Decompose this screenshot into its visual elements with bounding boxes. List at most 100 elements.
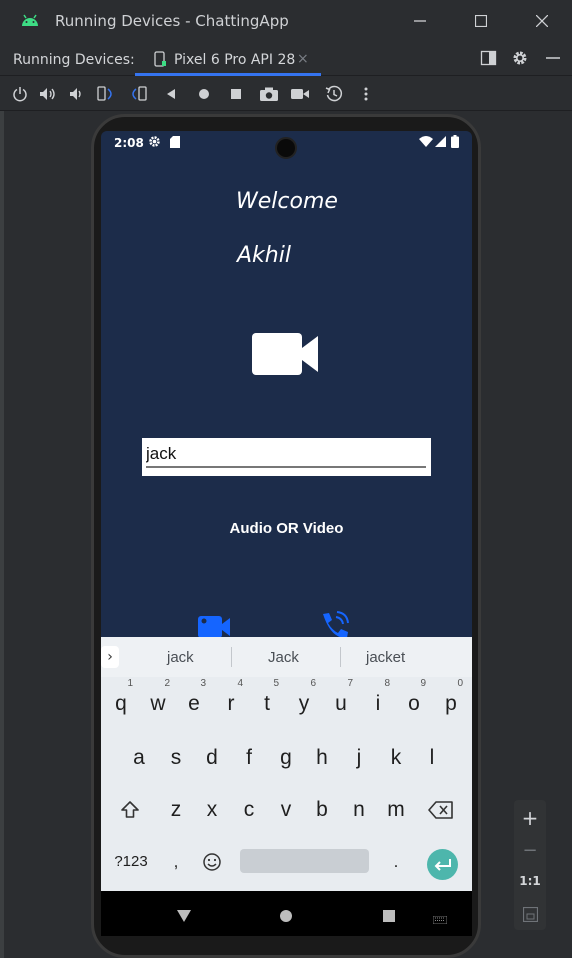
video-camera-icon[interactable] — [252, 331, 320, 381]
key-q[interactable]: q1 — [103, 679, 139, 725]
power-icon[interactable] — [10, 84, 30, 104]
home-icon[interactable] — [194, 84, 214, 104]
key-f[interactable]: f — [231, 737, 267, 779]
key-hint: 9 — [420, 678, 426, 689]
user-name: Akhil — [237, 243, 291, 268]
key-label: q — [115, 692, 127, 715]
close-button[interactable] — [529, 8, 555, 34]
suggestion-divider — [231, 647, 232, 667]
shift-key[interactable] — [112, 789, 148, 831]
overview-icon[interactable] — [226, 84, 246, 104]
cell-signal-icon — [435, 136, 446, 150]
phone-screen[interactable]: 2:08 Welcome Akhil Audio OR Video — [101, 131, 472, 936]
key-o[interactable]: o9 — [396, 679, 432, 725]
key-t[interactable]: t5 — [249, 679, 285, 725]
hide-panel-icon[interactable] — [545, 49, 561, 71]
key-m[interactable]: m — [378, 789, 414, 831]
period-key[interactable]: . — [378, 841, 414, 883]
keyboard-switch-icon[interactable] — [432, 909, 448, 928]
nav-recents-icon[interactable] — [383, 907, 395, 926]
key-label: o — [408, 692, 420, 715]
key-v[interactable]: v — [268, 789, 304, 831]
key-label: p — [445, 692, 457, 715]
suggestion-1[interactable]: jack — [167, 649, 194, 666]
key-hint: 4 — [237, 678, 243, 689]
key-n[interactable]: n — [341, 789, 377, 831]
audio-or-video-label: Audio OR Video — [229, 520, 344, 537]
welcome-heading: Welcome — [236, 189, 338, 214]
phone-device-icon — [153, 51, 167, 71]
suggestion-2[interactable]: Jack — [268, 649, 299, 666]
key-d[interactable]: d — [194, 737, 230, 779]
screenshot-camera-icon[interactable] — [259, 84, 279, 104]
zoom-actual-size-button[interactable]: 1:1 — [514, 874, 546, 888]
volume-up-icon[interactable] — [38, 84, 58, 104]
nav-home-icon[interactable] — [280, 907, 292, 926]
screen-record-icon[interactable] — [290, 84, 310, 104]
expand-arrow-icon[interactable]: › — [101, 646, 119, 668]
key-hint: 5 — [273, 678, 279, 689]
key-hint: 2 — [164, 678, 170, 689]
zoom-out-button[interactable]: − — [514, 840, 546, 861]
emoji-icon — [203, 853, 221, 871]
key-y[interactable]: y6 — [286, 679, 322, 725]
key-k[interactable]: k — [378, 737, 414, 779]
wifi-icon — [419, 136, 433, 150]
key-hint: 8 — [384, 678, 390, 689]
more-options-icon[interactable] — [356, 84, 376, 104]
nav-back-icon[interactable] — [177, 907, 191, 926]
key-label: r — [227, 692, 235, 715]
space-bar[interactable] — [240, 849, 369, 873]
key-a[interactable]: a — [121, 737, 157, 779]
back-icon[interactable] — [161, 84, 181, 104]
android-icon — [20, 13, 40, 31]
key-p[interactable]: p0 — [433, 679, 469, 725]
key-c[interactable]: c — [231, 789, 267, 831]
key-u[interactable]: u7 — [323, 679, 359, 725]
key-z[interactable]: z — [158, 789, 194, 831]
key-l[interactable]: l — [414, 737, 450, 779]
settings-gear-icon — [148, 135, 161, 151]
maximize-button[interactable] — [468, 8, 494, 34]
minimize-button[interactable] — [407, 8, 433, 34]
key-label: y — [298, 692, 310, 715]
key-g[interactable]: g — [268, 737, 304, 779]
key-r[interactable]: r4 — [213, 679, 249, 725]
zoom-in-button[interactable]: + — [514, 806, 546, 830]
sd-card-icon — [170, 136, 180, 151]
rotate-right-icon[interactable] — [129, 84, 149, 104]
callee-input-box[interactable] — [142, 438, 431, 476]
suggestion-strip: › jack Jack jacket — [101, 637, 472, 677]
backspace-key[interactable] — [423, 789, 459, 831]
suggestion-3[interactable]: jacket — [366, 649, 405, 666]
snapshot-history-icon[interactable] — [324, 84, 344, 104]
status-bar: 2:08 — [101, 131, 472, 159]
tab-pixel-6-pro[interactable]: Pixel 6 Pro API 28 × — [135, 42, 321, 76]
layout-icon[interactable] — [480, 49, 498, 71]
key-j[interactable]: j — [341, 737, 377, 779]
running-devices-label: Running Devices: — [13, 52, 135, 68]
rotate-left-icon[interactable] — [96, 84, 116, 104]
callee-input[interactable] — [146, 442, 426, 468]
tab-close-icon[interactable]: × — [297, 51, 309, 67]
running-devices-tabbar: Running Devices: Pixel 6 Pro API 28 × — [0, 42, 572, 76]
key-hint: 3 — [200, 678, 206, 689]
key-hint: 6 — [310, 678, 316, 689]
key-w[interactable]: w2 — [140, 679, 176, 725]
key-label: i — [375, 692, 381, 715]
volume-down-icon[interactable] — [66, 84, 86, 104]
enter-key[interactable] — [427, 849, 458, 880]
comma-key[interactable]: , — [158, 841, 194, 883]
key-hint: 7 — [347, 678, 353, 689]
key-h[interactable]: h — [304, 737, 340, 779]
emoji-key[interactable] — [194, 841, 230, 883]
key-e[interactable]: e3 — [176, 679, 212, 725]
fit-screen-icon[interactable] — [522, 906, 539, 926]
symbols-key[interactable]: ?123 — [109, 841, 153, 883]
key-x[interactable]: x — [194, 789, 230, 831]
key-i[interactable]: i8 — [360, 679, 396, 725]
gear-icon[interactable] — [511, 49, 529, 71]
title-bar: Running Devices - ChattingApp — [0, 0, 572, 42]
key-b[interactable]: b — [304, 789, 340, 831]
key-s[interactable]: s — [158, 737, 194, 779]
